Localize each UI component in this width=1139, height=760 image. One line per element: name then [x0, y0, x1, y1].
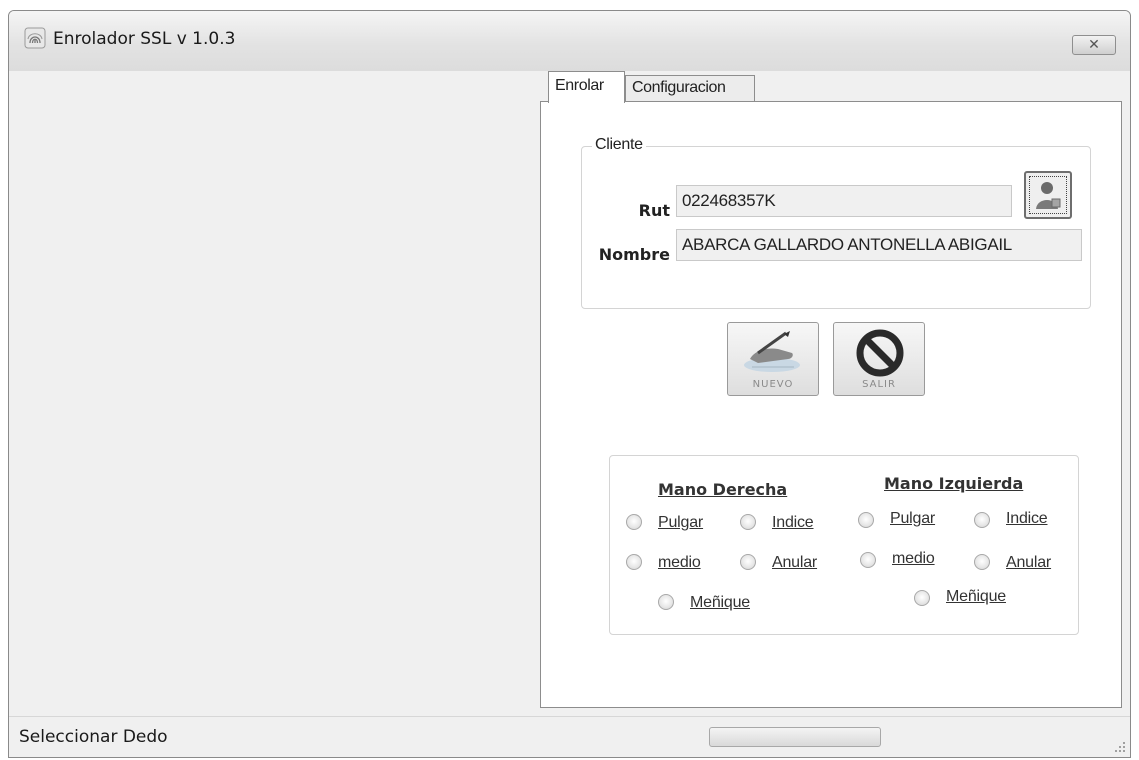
radio-derecha-anular[interactable] — [740, 554, 756, 570]
rut-label: Rut — [638, 201, 670, 220]
rut-field[interactable]: 022468357K — [676, 185, 1012, 217]
nombre-label: Nombre — [598, 245, 670, 264]
close-button[interactable]: ✕ — [1072, 35, 1116, 55]
user-search-icon — [1036, 182, 1061, 209]
label-derecha-medio[interactable]: medio — [658, 554, 701, 572]
progress-bar — [709, 727, 881, 747]
radio-izquierda-anular[interactable] — [974, 554, 990, 570]
label-izquierda-indice[interactable]: Indice — [1006, 510, 1048, 528]
salir-caption: SALIR — [862, 379, 896, 390]
window-title: Enrolador SSL v 1.0.3 — [53, 29, 236, 49]
lookup-client-button[interactable] — [1024, 171, 1072, 219]
radio-derecha-menique[interactable] — [658, 594, 674, 610]
close-icon: ✕ — [1088, 36, 1100, 52]
mano-izquierda-title: Mano Izquierda — [884, 474, 1024, 493]
radio-derecha-medio[interactable] — [626, 554, 642, 570]
fingerprint-preview-panel — [16, 71, 532, 716]
hand-fingerprint-icon — [744, 331, 800, 372]
tab-configuracion[interactable]: Configuracion — [625, 75, 755, 101]
app-fingerprint-icon — [24, 27, 46, 49]
tab-page-enrolar: Cliente Rut 022468357K Nombre ABARCA GAL… — [540, 101, 1122, 708]
nuevo-caption: NUEVO — [752, 379, 794, 390]
resize-grip-icon[interactable] — [1114, 741, 1126, 753]
client-area: Enrolar Configuracion Cliente Rut 022468… — [16, 71, 1123, 716]
finger-selection-groupbox: Mano Derecha Mano Izquierda Pulgar Indic… — [609, 455, 1079, 635]
label-izquierda-pulgar[interactable]: Pulgar — [890, 510, 935, 528]
status-text: Seleccionar Dedo — [19, 727, 168, 747]
tab-enrolar[interactable]: Enrolar — [548, 71, 625, 103]
no-entry-icon — [856, 329, 904, 377]
mano-derecha-title: Mano Derecha — [658, 480, 788, 499]
cliente-groupbox: Cliente Rut 022468357K Nombre ABARCA GAL… — [581, 136, 1091, 309]
label-derecha-menique[interactable]: Meñique — [690, 594, 750, 612]
cliente-group-label: Cliente — [592, 136, 646, 154]
radio-derecha-pulgar[interactable] — [626, 514, 642, 530]
label-izquierda-anular[interactable]: Anular — [1006, 554, 1051, 572]
label-izquierda-medio[interactable]: medio — [892, 550, 935, 568]
radio-izquierda-menique[interactable] — [914, 590, 930, 606]
label-izquierda-menique[interactable]: Meñique — [946, 588, 1006, 606]
radio-izquierda-medio[interactable] — [860, 552, 876, 568]
radio-izquierda-pulgar[interactable] — [858, 512, 874, 528]
label-derecha-anular[interactable]: Anular — [772, 554, 817, 572]
status-bar: Seleccionar Dedo — [9, 716, 1130, 757]
radio-izquierda-indice[interactable] — [974, 512, 990, 528]
nuevo-button[interactable]: NUEVO — [727, 322, 819, 396]
label-derecha-pulgar[interactable]: Pulgar — [658, 514, 703, 532]
salir-button[interactable]: SALIR — [833, 322, 925, 396]
app-window: Enrolador SSL v 1.0.3 ✕ Enrolar Configur… — [8, 10, 1131, 758]
nombre-field[interactable]: ABARCA GALLARDO ANTONELLA ABIGAIL — [676, 229, 1082, 261]
label-derecha-indice[interactable]: Indice — [772, 514, 814, 532]
title-bar[interactable]: Enrolador SSL v 1.0.3 ✕ — [9, 11, 1130, 71]
radio-derecha-indice[interactable] — [740, 514, 756, 530]
